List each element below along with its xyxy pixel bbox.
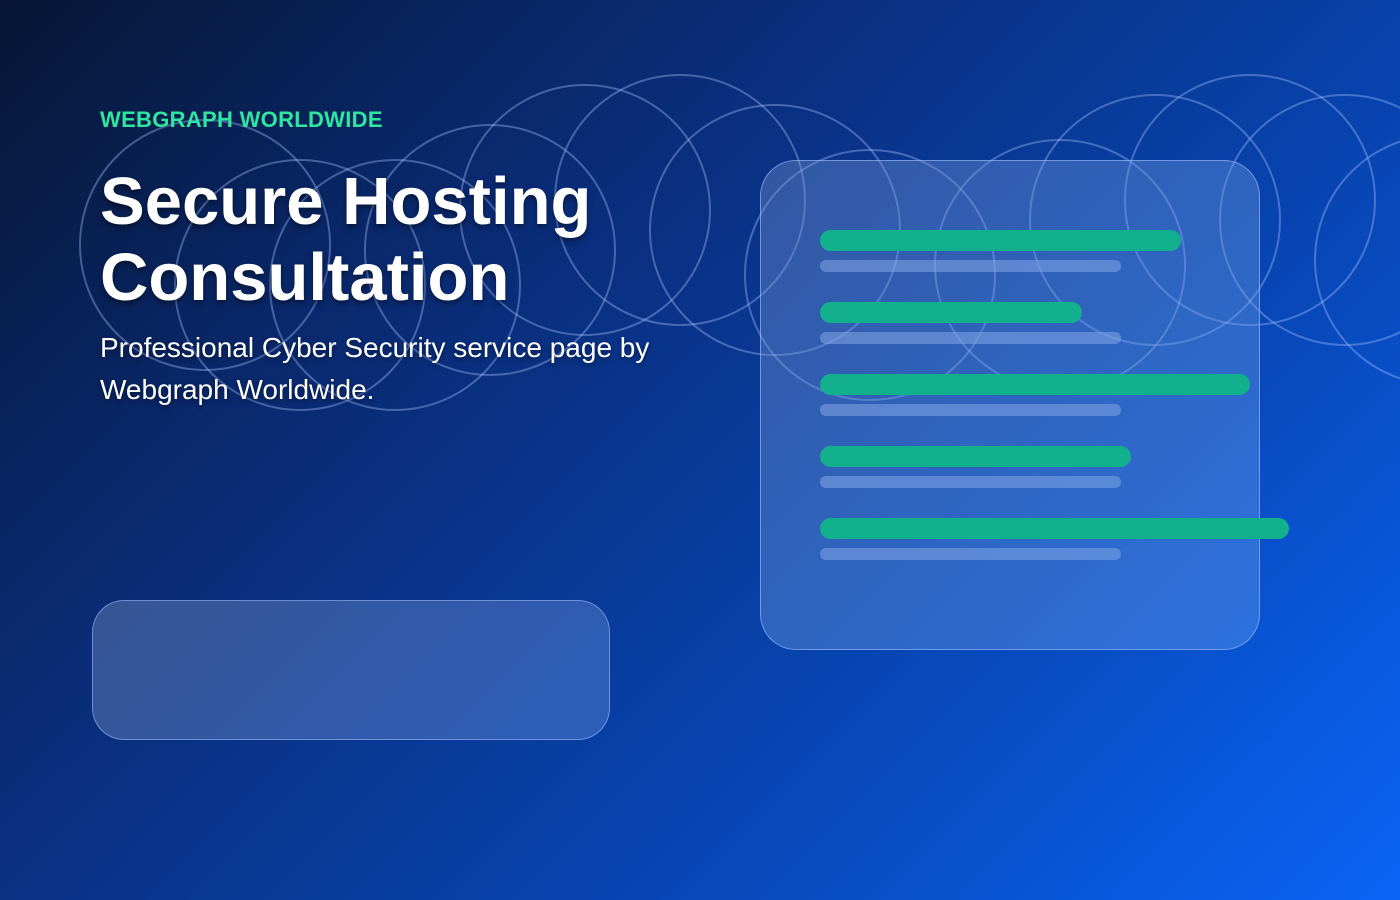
card-row-subbar [820, 332, 1121, 344]
ring [1314, 140, 1400, 380]
page-subtitle: Professional Cyber Security service page… [100, 332, 650, 405]
cta-panel[interactable] [92, 600, 610, 740]
brand-name: WEBGRAPH WORLDWIDE [100, 107, 383, 132]
card-row-bar [820, 518, 1289, 539]
card-row-bar [820, 230, 1181, 251]
card-row-subbar [820, 548, 1121, 560]
card-row-bar [820, 446, 1131, 467]
card-row-bar [820, 374, 1250, 395]
card-row-subbar [820, 476, 1121, 488]
page-title: Secure Hosting Consultation [100, 164, 592, 315]
card-row-bar [820, 302, 1082, 323]
card-row-subbar [820, 260, 1121, 272]
card-row-subbar [820, 404, 1121, 416]
